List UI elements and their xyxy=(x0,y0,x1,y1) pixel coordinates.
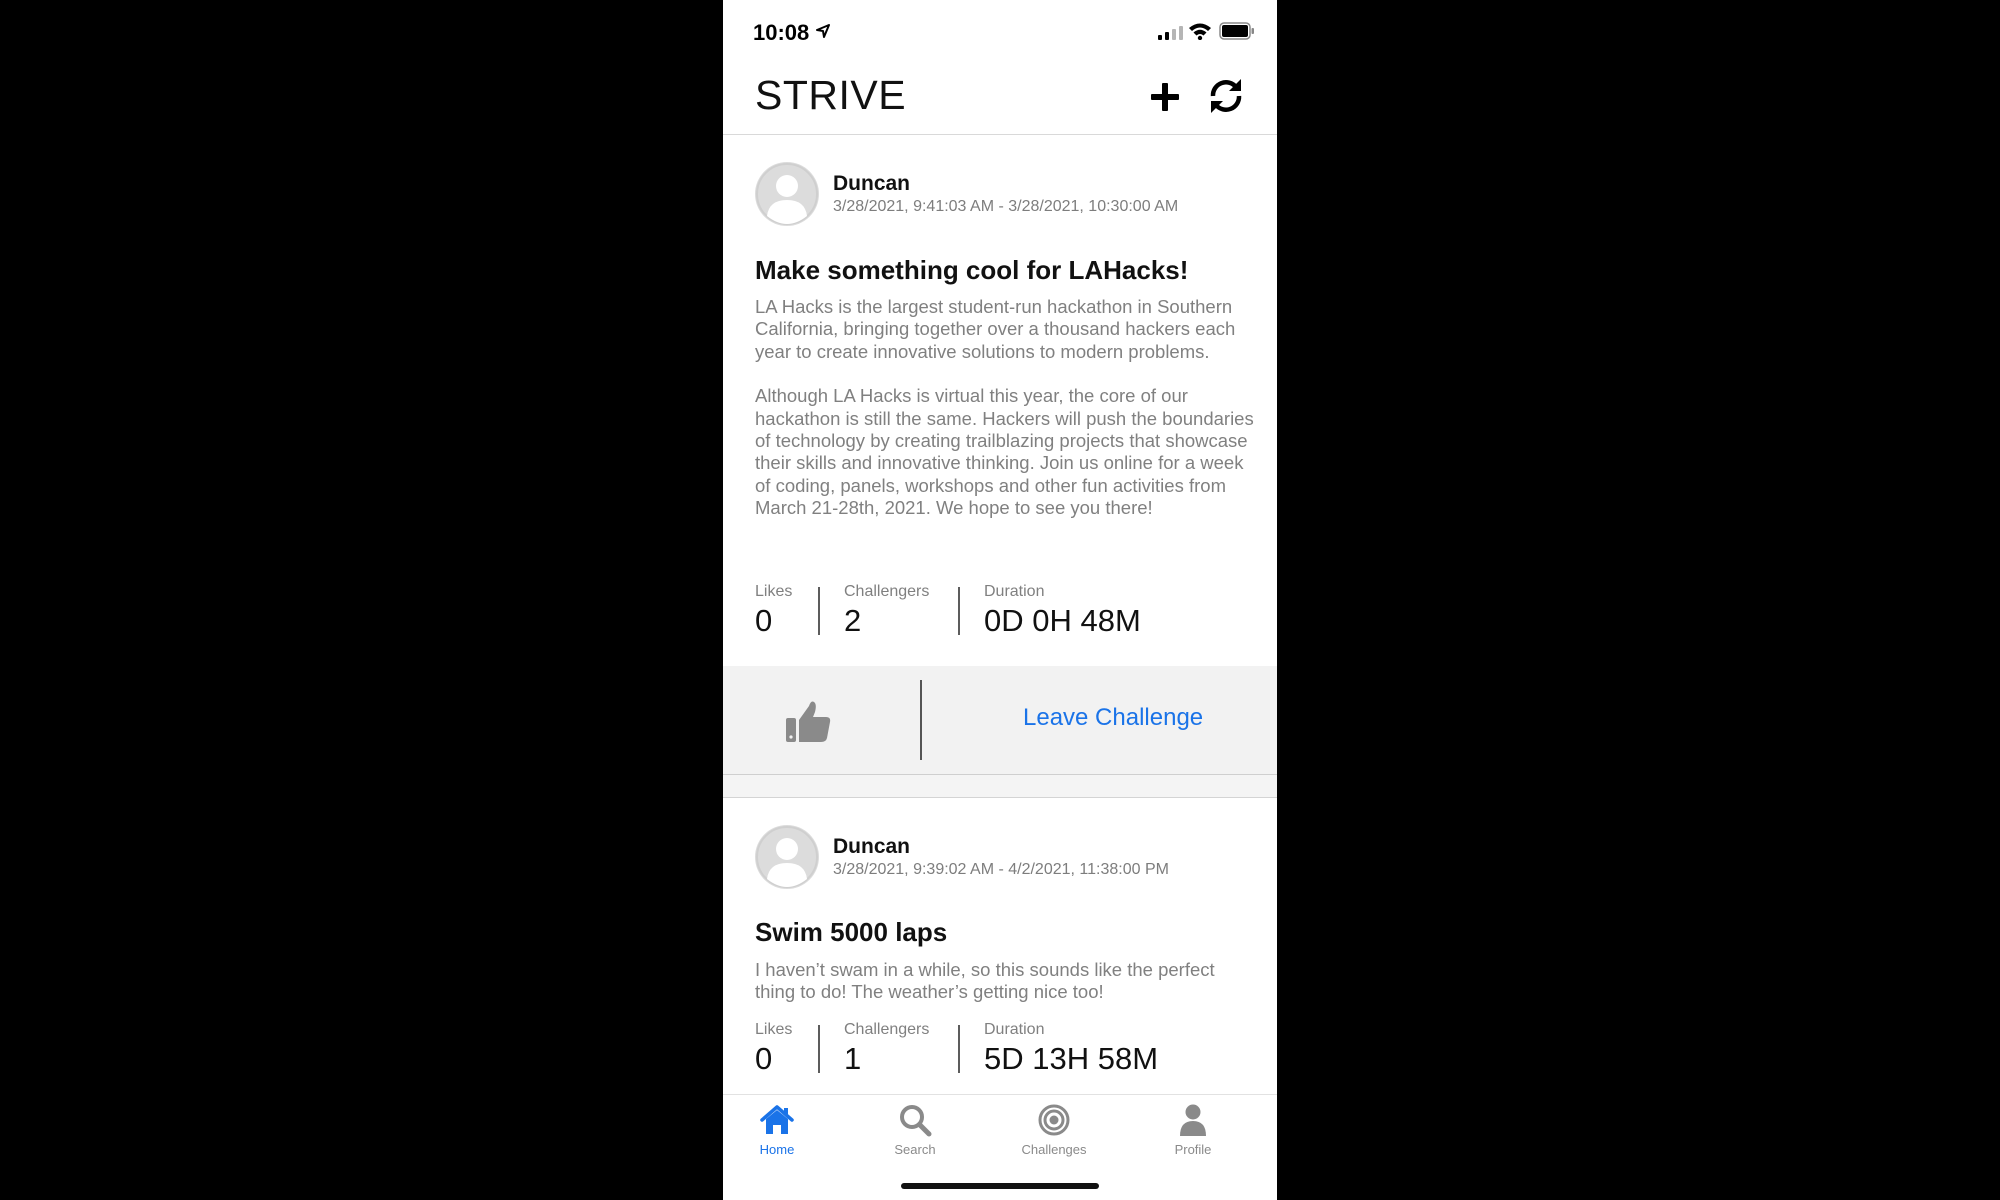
avatar[interactable] xyxy=(755,825,819,889)
action-divider xyxy=(920,680,922,760)
likes-label: Likes xyxy=(755,1021,793,1038)
challengers-label: Challengers xyxy=(844,1021,930,1038)
like-button[interactable] xyxy=(783,698,833,744)
challengers-stat: Challengers 2 xyxy=(844,583,929,639)
phone-screen: 10:08 STRIVE Duncan 3/28/2021, 9:41:03 A… xyxy=(723,0,1277,1200)
stat-divider xyxy=(818,1025,820,1073)
location-arrow-icon xyxy=(816,24,830,38)
challenge-dates: 3/28/2021, 9:41:03 AM - 3/28/2021, 10:30… xyxy=(833,198,1179,215)
add-challenge-button[interactable] xyxy=(1146,78,1184,116)
battery-icon xyxy=(1219,22,1254,40)
wifi-icon xyxy=(1189,23,1211,40)
challenge-card: Duncan 3/28/2021, 9:41:03 AM - 3/28/2021… xyxy=(723,135,1277,798)
tab-profile[interactable]: Profile xyxy=(1138,1103,1248,1157)
tab-challenges[interactable]: Challenges xyxy=(999,1103,1109,1157)
author-name[interactable]: Duncan xyxy=(833,172,910,196)
challengers-stat: Challengers 1 xyxy=(844,1021,929,1077)
duration-label: Duration xyxy=(984,1021,1045,1038)
card-action-bar: Leave Challenge xyxy=(723,666,1277,775)
leave-challenge-button[interactable]: Leave Challenge xyxy=(1023,704,1203,732)
app-title: STRIVE xyxy=(755,72,907,118)
tab-home[interactable]: Home xyxy=(723,1103,832,1157)
challengers-count: 2 xyxy=(844,603,862,638)
duration-label: Duration xyxy=(984,583,1045,600)
description-paragraph: I haven’t swam in a while, so this sound… xyxy=(755,959,1215,1003)
duration-stat: Duration 5D 13H 58M xyxy=(984,1021,1158,1077)
avatar[interactable] xyxy=(755,162,819,226)
likes-stat: Likes 0 xyxy=(755,1021,792,1077)
tab-label: Profile xyxy=(1174,1142,1212,1157)
refresh-button[interactable] xyxy=(1206,76,1246,116)
person-icon xyxy=(1180,1104,1206,1136)
duration-value: 5D 13H 58M xyxy=(984,1041,1159,1076)
tab-label: Home xyxy=(759,1142,795,1157)
challenge-dates: 3/28/2021, 9:39:02 AM - 4/2/2021, 11:38:… xyxy=(833,861,1169,878)
likes-count: 0 xyxy=(755,603,773,638)
stat-divider xyxy=(958,587,960,635)
target-icon xyxy=(1038,1104,1070,1136)
tab-label: Challenges xyxy=(1021,1142,1087,1157)
likes-stat: Likes 0 xyxy=(755,583,792,639)
home-icon xyxy=(760,1105,794,1134)
tab-search[interactable]: Search xyxy=(860,1103,970,1157)
description-paragraph: Although LA Hacks is virtual this year, … xyxy=(755,385,1254,519)
top-nav-bar: STRIVE xyxy=(723,60,1277,135)
tab-label: Search xyxy=(894,1142,936,1157)
challenge-title: Swim 5000 laps xyxy=(755,917,948,947)
search-icon xyxy=(900,1105,932,1137)
default-avatar-icon xyxy=(756,163,818,225)
card-separator xyxy=(723,775,1277,798)
description-paragraph: LA Hacks is the largest student-run hack… xyxy=(755,296,1236,362)
status-time: 10:08 xyxy=(753,20,810,45)
stat-divider xyxy=(958,1025,960,1073)
likes-count: 0 xyxy=(755,1041,773,1076)
cellular-signal-icon xyxy=(1158,26,1183,40)
challenge-feed[interactable]: Duncan 3/28/2021, 9:41:03 AM - 3/28/2021… xyxy=(723,135,1277,1095)
author-name[interactable]: Duncan xyxy=(833,835,910,859)
challengers-count: 1 xyxy=(844,1041,862,1076)
duration-value: 0D 0H 48M xyxy=(984,603,1141,638)
duration-stat: Duration 0D 0H 48M xyxy=(984,583,1141,639)
challenge-description: I haven’t swam in a while, so this sound… xyxy=(755,959,1255,1026)
default-avatar-icon xyxy=(756,826,818,888)
challenge-card: Duncan 3/28/2021, 9:39:02 AM - 4/2/2021,… xyxy=(723,799,1277,1095)
likes-label: Likes xyxy=(755,583,793,600)
thumbs-up-icon xyxy=(786,701,831,742)
stat-divider xyxy=(818,587,820,635)
plus-icon xyxy=(1151,83,1179,111)
challenge-title: Make something cool for LAHacks! xyxy=(755,255,1189,285)
challenge-description: LA Hacks is the largest student-run hack… xyxy=(755,296,1255,542)
status-bar: 10:08 xyxy=(723,0,1277,60)
home-indicator[interactable] xyxy=(901,1183,1099,1189)
challengers-label: Challengers xyxy=(844,583,930,600)
